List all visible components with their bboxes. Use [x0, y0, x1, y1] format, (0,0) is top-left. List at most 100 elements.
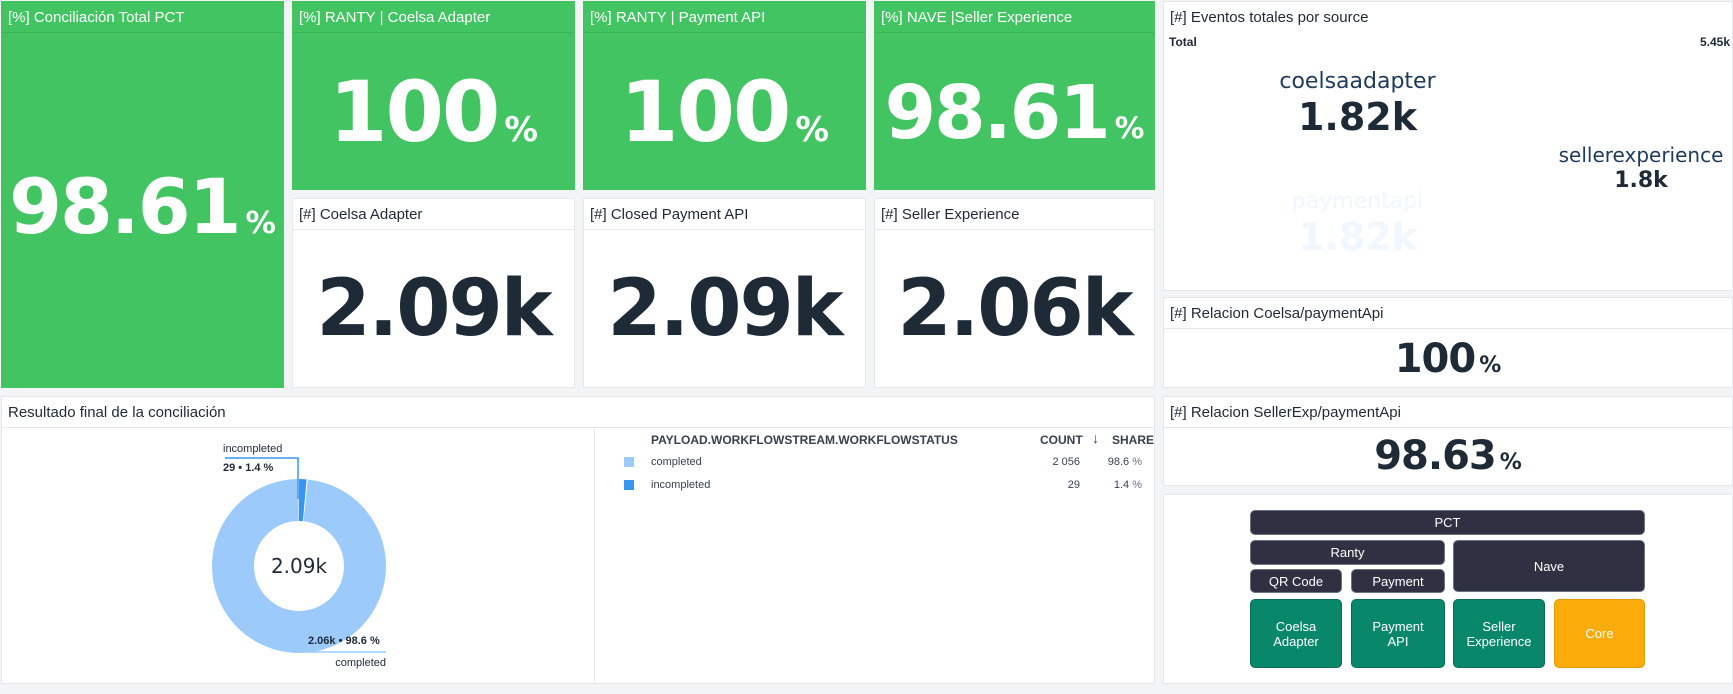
diagram-box-coelsa-adapter: Coelsa Adapter	[1250, 599, 1342, 668]
diagram-box-payment-api: Payment API	[1351, 599, 1445, 668]
treemap-cell-name: coelsaadapter	[1279, 69, 1436, 94]
seller-count-title: [#] Seller Experience	[881, 206, 1020, 223]
conciliacion-total-value: 98.61	[9, 162, 241, 251]
seller-count-value: 2.06k	[897, 264, 1133, 354]
treemap-title: [#] Eventos totales por source	[1170, 9, 1369, 26]
row-share: 1.4 %	[1114, 479, 1142, 491]
diagram-box-label: Seller	[1482, 618, 1516, 634]
ranty-payment-value: 100	[620, 63, 791, 161]
tile-header-divider	[584, 229, 865, 230]
diagram-box-nave: Nave	[1453, 540, 1645, 592]
nave-seller-tile[interactable]: [%] NAVE |Seller Experience 98.61%	[874, 1, 1155, 190]
conciliacion-total-title: [%] Conciliación Total PCT	[8, 9, 185, 26]
relacion-seller-title: [#] Relacion SellerExp/paymentApi	[1170, 404, 1401, 421]
relacion-seller-unit: %	[1499, 450, 1522, 475]
treemap-cell-sellerexperience[interactable]: sellerexperience 1.8k	[1550, 51, 1732, 289]
treemap-cell-name: sellerexperience	[1558, 143, 1724, 167]
diagram-box-pct: PCT	[1250, 510, 1645, 535]
row-share: 98.6 %	[1108, 456, 1142, 468]
diagram-box-label: Adapter	[1273, 633, 1319, 649]
payment-count-title: [#] Closed Payment API	[590, 206, 749, 223]
resultado-tile[interactable]: Resultado final de la conciliación 2.09k…	[1, 396, 1155, 684]
relacion-coelsa-tile[interactable]: [#] Relacion Coelsa/paymentApi 100%	[1163, 297, 1733, 388]
treemap-cell-coelsaadapter[interactable]: coelsaadapter 1.82k	[1166, 51, 1549, 170]
nave-seller-value: 98.61	[884, 70, 1111, 156]
conciliacion-total-tile[interactable]: [%] Conciliación Total PCT 98.61%	[1, 1, 284, 388]
payment-count-tile[interactable]: [#] Closed Payment API 2.09k	[583, 198, 866, 388]
coelsa-count-title: [#] Coelsa Adapter	[299, 206, 423, 223]
diagram-box-label: Payment	[1372, 618, 1424, 634]
relacion-coelsa-title: [#] Relacion Coelsa/paymentApi	[1170, 305, 1384, 322]
ranty-payment-unit: %	[795, 110, 829, 149]
treemap-cell-paymentapi[interactable]: paymentapi 1.82k	[1166, 171, 1549, 289]
row-count: 2 056	[1052, 456, 1080, 468]
treemap-total-value: 5.45k	[1699, 35, 1730, 49]
relacion-seller-value-row: 98.63%	[1164, 431, 1732, 488]
diagram-box-label: API	[1387, 633, 1409, 649]
table-header-status[interactable]: PAYLOAD.WORKFLOWSTREAM.WORKFLOWSTATUS	[651, 433, 958, 447]
legend-swatch-incompleted	[624, 480, 634, 490]
callout-incompleted-label: incompleted	[223, 443, 282, 455]
row-share-value: 98.6	[1107, 456, 1130, 468]
panel-divider	[594, 428, 595, 683]
tile-header-divider	[875, 32, 1154, 33]
conciliacion-total-value-row: 98.61%	[2, 162, 283, 269]
donut-chart: 2.09k incompleted 29 • 1.4 % 2.06k • 98.…	[212, 443, 386, 669]
ranty-payment-title: [%] RANTY | Payment API	[590, 9, 766, 26]
diagram-box-payment: Payment	[1351, 569, 1445, 593]
callout-completed-label: completed	[335, 657, 386, 669]
row-status: completed	[651, 456, 702, 468]
tile-header-divider	[2, 32, 283, 33]
seller-count-tile[interactable]: [#] Seller Experience 2.06k	[874, 198, 1155, 388]
row-status: incompleted	[651, 479, 711, 491]
ranty-payment-tile[interactable]: [%] RANTY | Payment API 100%	[583, 1, 866, 190]
tile-header-divider	[875, 229, 1154, 230]
row-share-value: 1.4	[1113, 479, 1130, 491]
nave-seller-title: [%] NAVE |Seller Experience	[881, 9, 1073, 26]
row-share-unit: %	[1132, 479, 1142, 491]
treemap-cell-value: 1.82k	[1297, 215, 1418, 259]
sort-arrow-down-icon[interactable]: ↓	[1092, 430, 1099, 446]
callout-completed-detail: 2.06k • 98.6 %	[308, 635, 380, 647]
tile-header-divider	[293, 229, 574, 230]
relacion-coelsa-unit: %	[1479, 353, 1502, 378]
tile-header-divider	[293, 32, 574, 33]
relacion-coelsa-value-row: 100%	[1164, 334, 1732, 391]
tile-header-divider	[584, 32, 865, 33]
payment-count-value: 2.09k	[607, 264, 843, 354]
row-count: 29	[1067, 479, 1080, 491]
relacion-coelsa-value: 100	[1394, 336, 1476, 382]
treemap-cell-value: 1.82k	[1297, 95, 1418, 139]
diagram-box-seller-experience: Seller Experience	[1453, 599, 1545, 668]
ranty-coelsa-unit: %	[504, 110, 538, 149]
relacion-seller-tile[interactable]: [#] Relacion SellerExp/paymentApi 98.63%	[1163, 396, 1733, 486]
diagram-box-ranty: Ranty	[1250, 540, 1445, 565]
conciliacion-total-unit: %	[245, 206, 276, 241]
legend-swatch-completed	[624, 457, 634, 467]
treemap-cell-name: paymentapi	[1291, 189, 1424, 214]
row-share-unit: %	[1132, 456, 1142, 468]
eventos-treemap-tile[interactable]: [#] Eventos totales por source Total 5.4…	[1163, 1, 1733, 291]
ranty-payment-value-row: 100%	[584, 64, 865, 178]
treemap-total-label: Total	[1169, 35, 1197, 49]
ranty-coelsa-tile[interactable]: [%] RANTY | Coelsa Adapter 100%	[292, 1, 575, 190]
coelsa-count-tile[interactable]: [#] Coelsa Adapter 2.09k	[292, 198, 575, 388]
ranty-coelsa-value-row: 100%	[293, 64, 574, 178]
relacion-seller-value: 98.63	[1374, 433, 1497, 479]
table-row[interactable]: completed 2 056 98.6 %	[622, 453, 1152, 473]
architecture-diagram-tile[interactable]: PCT Ranty Nave QR Code Payment Coelsa Ad…	[1163, 494, 1733, 684]
coelsa-count-value: 2.09k	[316, 264, 552, 354]
nave-seller-value-row: 98.61%	[875, 68, 1154, 173]
diagram-box-label: Experience	[1466, 633, 1532, 649]
tile-header-divider	[1164, 427, 1732, 428]
table-header-count[interactable]: COUNT	[1040, 433, 1083, 447]
donut-center-label: 2.09k	[271, 554, 328, 578]
treemap-cell-value: 1.8k	[1614, 168, 1668, 193]
diagram-box-label: Coelsa	[1275, 618, 1317, 634]
diagram-box-qr-code: QR Code	[1250, 569, 1342, 593]
table-row[interactable]: incompleted 29 1.4 %	[622, 476, 1152, 496]
ranty-coelsa-value: 100	[329, 63, 500, 161]
table-header-share[interactable]: SHARE	[1112, 433, 1154, 447]
diagram-box-core: Core	[1554, 599, 1645, 668]
tile-header-divider	[1164, 328, 1732, 329]
